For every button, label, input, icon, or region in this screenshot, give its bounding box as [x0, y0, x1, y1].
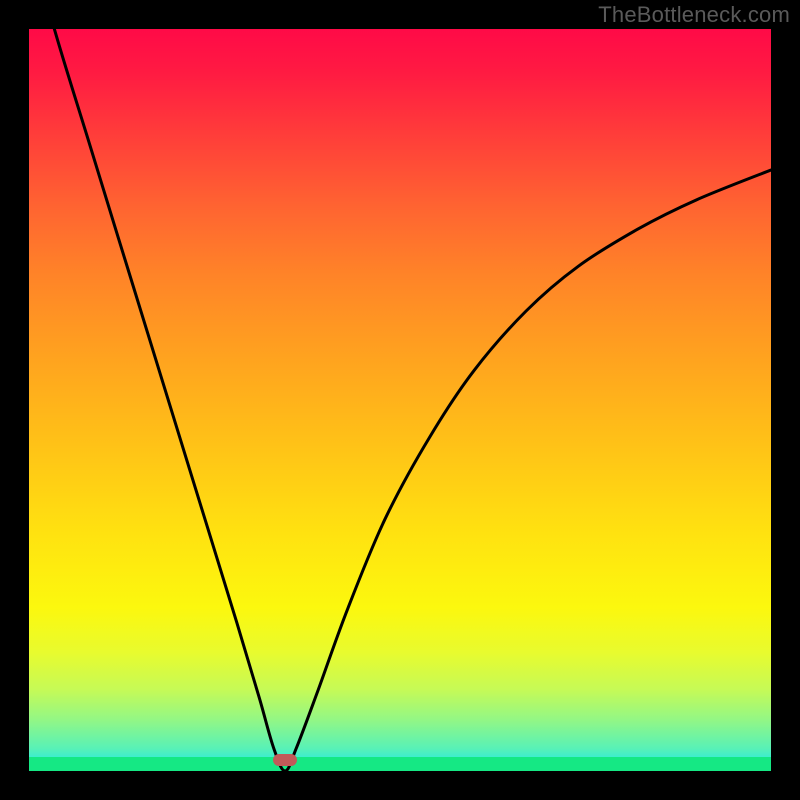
watermark-text: TheBottleneck.com: [598, 2, 790, 28]
bottleneck-curve: [29, 29, 771, 771]
optimal-marker: [273, 754, 297, 766]
chart-frame: TheBottleneck.com: [0, 0, 800, 800]
plot-area: [29, 29, 771, 771]
